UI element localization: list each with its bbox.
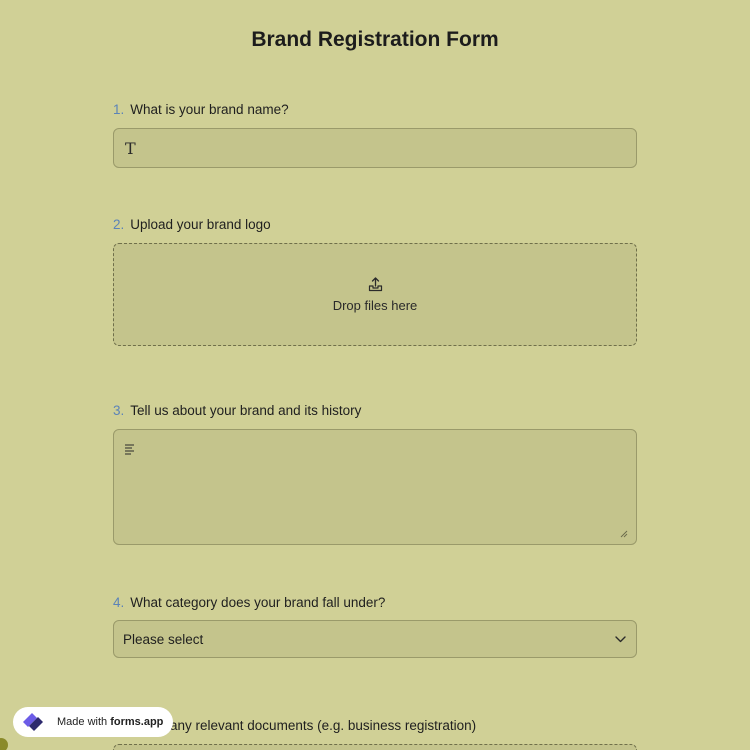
question-text: What is your brand name? [130, 102, 289, 117]
question-brand-history: 3. Tell us about your brand and its hist… [113, 403, 637, 545]
select-value: Please select [123, 631, 204, 647]
logo-dropzone[interactable]: Drop files here [113, 243, 637, 346]
form-title: Brand Registration Form [251, 28, 499, 51]
question-brand-name: 1. What is your brand name? T [113, 102, 637, 168]
brand-history-textarea[interactable] [113, 429, 637, 545]
badge-text: Made with forms.app [57, 716, 163, 728]
documents-dropzone[interactable] [113, 744, 637, 750]
chevron-down-icon [615, 635, 626, 642]
question-text: any relevant documents (e.g. business re… [170, 718, 477, 733]
text-icon: T [125, 139, 136, 158]
question-number: 4. [113, 595, 125, 610]
question-number: 2. [113, 217, 125, 232]
question-label: 3. Tell us about your brand and its hist… [113, 403, 637, 418]
badge-prefix: Made with [57, 716, 111, 728]
dropzone-text: Drop files here [332, 297, 418, 313]
resize-handle-icon[interactable] [620, 530, 628, 538]
paragraph-icon [125, 444, 134, 455]
question-brand-logo: 2. Upload your brand logo Drop files her… [113, 217, 637, 346]
question-number: 1. [113, 102, 125, 117]
question-brand-category: 4. What category does your brand fall un… [113, 595, 637, 658]
category-select[interactable]: Please select [113, 620, 637, 658]
question-text: Tell us about your brand and its history [130, 403, 362, 418]
question-number: 3. [113, 403, 125, 418]
question-label: 2. Upload your brand logo [113, 217, 637, 232]
badge-brand: forms.app [110, 716, 164, 728]
decorative-shape [0, 738, 8, 750]
upload-icon [368, 276, 382, 291]
question-label: 4. What category does your brand fall un… [113, 595, 637, 610]
form-page: Brand Registration Form 1. What is your … [0, 0, 750, 750]
made-with-badge[interactable]: Made with forms.app [13, 707, 174, 737]
question-text: Upload your brand logo [130, 217, 271, 232]
question-text: What category does your brand fall under… [130, 595, 386, 610]
question-label: 1. What is your brand name? [113, 102, 637, 117]
forms-app-logo-icon [23, 713, 43, 731]
brand-name-input[interactable]: T [113, 128, 637, 168]
